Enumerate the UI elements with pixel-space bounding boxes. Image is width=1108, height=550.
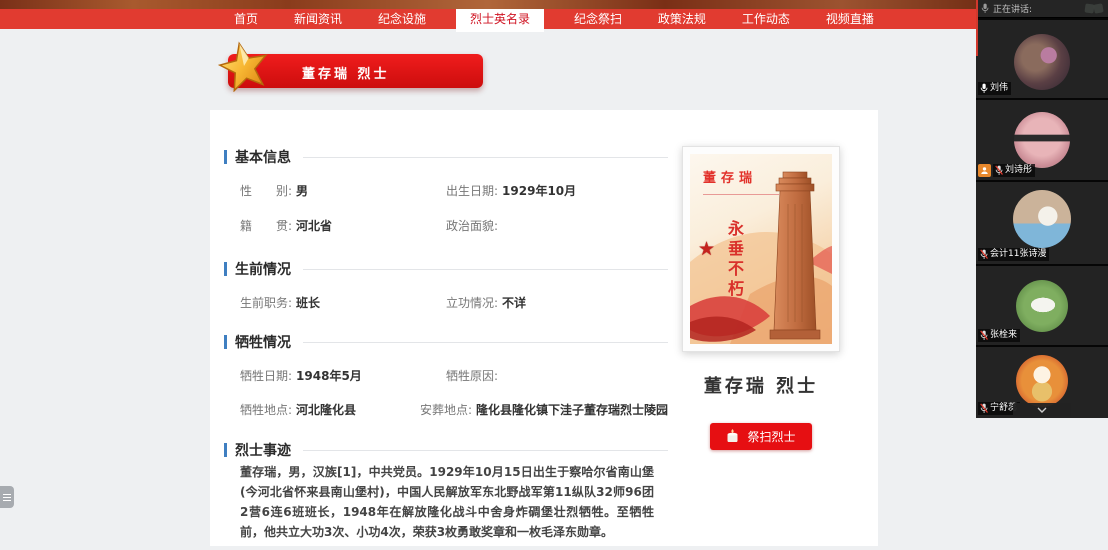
field-gender: 性 别: 男 [240, 182, 446, 199]
nav-item-policies[interactable]: 政策法规 [652, 9, 712, 29]
field-sacrifice-cause: 牺牲原因: [446, 367, 668, 384]
participant-name: 会计11张诗漫 [990, 248, 1046, 261]
section-divider [303, 157, 668, 158]
section-title-deeds: 烈士事迹 [224, 441, 668, 459]
nav-item-work-updates[interactable]: 工作动态 [736, 9, 796, 29]
main-navbar: 首页 新闻资讯 纪念设施 烈士英名录 纪念祭扫 政策法规 工作动态 视频直播 [0, 9, 976, 29]
mic-icon [980, 83, 988, 94]
section-divider [303, 269, 668, 270]
participant-tile[interactable]: 宁舒蕊 [976, 345, 1108, 418]
mic-muted-icon [980, 403, 988, 414]
section-marker [224, 335, 227, 349]
nav-tabs: 首页 新闻资讯 纪念设施 烈士英名录 纪念祭扫 政策法规 工作动态 视频直播 [228, 9, 880, 29]
participant-tile[interactable]: 刘诗彤 [976, 98, 1108, 180]
martyr-caption: 董存瑞 烈士 [682, 372, 840, 398]
field-sacrifice-date: 牺牲日期: 1948年5月 [240, 367, 446, 384]
participant-name-chip: 会计11张诗漫 [978, 248, 1049, 261]
participant-tile[interactable]: 张栓来 [976, 264, 1108, 345]
section-divider [303, 342, 668, 343]
martyr-deeds-paragraph: 董存瑞，男，汉族[1]，中共党员。1929年10月15日出生于察哈尔省南山堡(今… [240, 462, 654, 542]
participant-name: 刘诗彤 [1005, 164, 1032, 177]
field-sacrifice-place: 牺牲地点: 河北隆化县 [240, 401, 420, 418]
nav-item-live-video[interactable]: 视频直播 [820, 9, 880, 29]
sacrifice-row-2: 牺牲地点: 河北隆化县 安葬地点: 隆化县隆化镇下洼子董存瑞烈士陵园 [224, 401, 668, 418]
poster-martyr-name: 董存瑞 [703, 167, 757, 186]
martyr-poster-frame: 董存瑞 ★ 永垂不朽 [682, 146, 840, 352]
avatar [1014, 112, 1070, 168]
speaking-status-label: 正在讲话: [993, 2, 1081, 15]
basic-row-1: 性 别: 男 出生日期: 1929年10月 [224, 182, 668, 199]
mic-icon [981, 3, 989, 14]
section-title-life: 生前情况 [224, 260, 668, 278]
gold-star-icon [218, 40, 270, 92]
mic-muted-icon [995, 165, 1003, 176]
avatar [1014, 34, 1070, 90]
memorial-button-label: 祭扫烈士 [747, 428, 795, 445]
participant-name-chip: 刘诗彤 [993, 164, 1035, 177]
section-title-text: 生前情况 [235, 259, 291, 279]
participant-name: 张栓来 [990, 329, 1017, 342]
participant-name-chip: 张栓来 [978, 329, 1020, 342]
nav-item-news[interactable]: 新闻资讯 [288, 9, 348, 29]
layout-icon[interactable] [1093, 3, 1103, 13]
basic-row-2: 籍 贯: 河北省 政治面貌: [224, 217, 668, 234]
participant-name: 刘伟 [990, 82, 1008, 95]
sacrifice-row-1: 牺牲日期: 1948年5月 牺牲原因: [224, 367, 668, 384]
section-marker [224, 150, 227, 164]
field-burial-place: 安葬地点: 隆化县隆化镇下洼子董存瑞烈士陵园 [420, 401, 668, 418]
candle-icon [726, 429, 739, 444]
page: 首页 新闻资讯 纪念设施 烈士英名录 纪念祭扫 政策法规 工作动态 视频直播 董… [0, 0, 1108, 550]
video-call-header: 正在讲话: [976, 0, 1108, 18]
chevron-down-icon [1037, 407, 1047, 413]
section-marker [224, 443, 227, 457]
red-star-icon: ★ [698, 238, 715, 260]
field-merit: 立功情况: 不详 [446, 294, 668, 311]
hamburger-icon [3, 494, 11, 495]
life-row-1: 生前职务: 班长 立功情况: 不详 [224, 294, 668, 311]
section-title-text: 基本信息 [235, 147, 291, 167]
avatar [1013, 190, 1071, 248]
participant-name-chip: 刘伟 [978, 82, 1011, 95]
participant-tile[interactable]: 会计11张诗漫 [976, 180, 1108, 264]
section-marker [224, 262, 227, 276]
field-birth-date: 出生日期: 1929年10月 [446, 182, 668, 199]
poster-divider [703, 194, 779, 195]
section-title-basic: 基本信息 [224, 148, 668, 166]
section-divider [303, 450, 668, 451]
video-call-sidebar: 正在讲话: 刘伟 [976, 0, 1108, 418]
window-edge-strip [976, 0, 978, 56]
field-position: 生前职务: 班长 [240, 294, 446, 311]
banner-title: 董存瑞 烈士 [302, 63, 390, 82]
mic-muted-icon [980, 330, 988, 341]
mic-muted-icon [980, 249, 988, 260]
memorial-sweep-button[interactable]: 祭扫烈士 [710, 423, 812, 450]
nav-item-martyr-roll[interactable]: 烈士英名录 [456, 9, 544, 32]
host-badge-icon [978, 164, 991, 177]
section-title-sacrifice: 牺牲情况 [224, 333, 668, 351]
martyr-poster-image: 董存瑞 ★ 永垂不朽 [690, 154, 832, 344]
participant-tile[interactable]: 刘伟 [976, 18, 1108, 98]
nav-item-facilities[interactable]: 纪念设施 [372, 9, 432, 29]
nav-item-memorial-sweep[interactable]: 纪念祭扫 [568, 9, 628, 29]
field-political-status: 政治面貌: [446, 217, 668, 234]
avatar [1016, 355, 1068, 407]
section-title-text: 牺牲情况 [235, 332, 291, 352]
martyr-name-banner: 董存瑞 烈士 [228, 54, 483, 88]
collapse-participants-button[interactable] [1013, 403, 1071, 416]
avatar [1016, 280, 1068, 332]
field-native-place: 籍 贯: 河北省 [240, 217, 446, 234]
poster-slogan: 永垂不朽 [722, 220, 746, 300]
martyr-detail-card: 基本信息 性 别: 男 出生日期: 1929年10月 籍 贯: 河北省 政治面貌… [210, 110, 878, 546]
header-texture-band [0, 0, 1108, 9]
nav-item-home[interactable]: 首页 [228, 9, 264, 29]
section-title-text: 烈士事迹 [235, 440, 291, 460]
side-panel-toggle[interactable] [0, 486, 14, 508]
